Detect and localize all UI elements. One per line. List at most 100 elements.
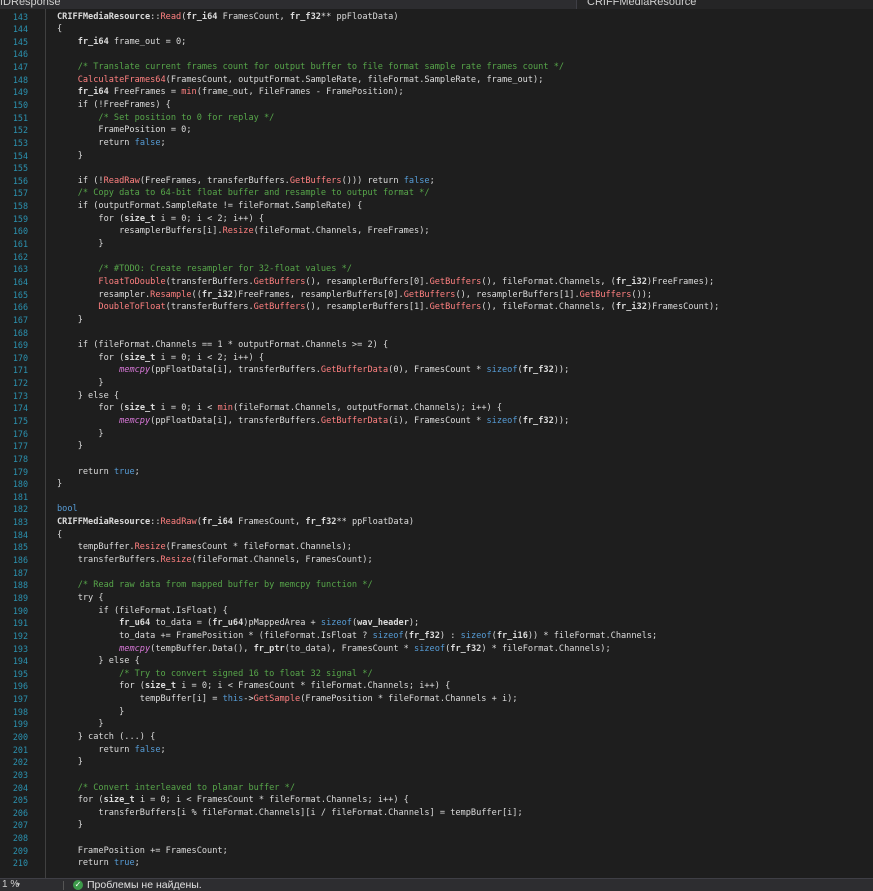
code-line[interactable]: 159 for (size_t i = 0; i < 2; i++) {: [0, 213, 873, 226]
code-line[interactable]: 143 CRIFFMediaResource::Read(fr_i64 Frame…: [0, 11, 873, 24]
code-text[interactable]: if (fileFormat.IsFloat) {: [57, 605, 227, 618]
code-text[interactable]: /* Try to convert signed 16 to float 32 …: [57, 668, 373, 681]
code-text[interactable]: DoubleToFloat(transferBuffers.GetBuffers…: [57, 301, 719, 314]
code-line[interactable]: 205 for (size_t i = 0; i < FramesCount *…: [0, 794, 873, 807]
code-text[interactable]: }: [57, 238, 103, 251]
code-line[interactable]: 208: [0, 832, 873, 845]
code-line[interactable]: 183 CRIFFMediaResource::ReadRaw(fr_i64 Fr…: [0, 516, 873, 529]
code-text[interactable]: if (fileFormat.Channels == 1 * outputFor…: [57, 339, 388, 352]
code-text[interactable]: fr_i64 FreeFrames = min(frame_out, FileF…: [57, 86, 404, 99]
code-line[interactable]: 164 FloatToDouble(transferBuffers.GetBuf…: [0, 276, 873, 289]
code-line[interactable]: 202 }: [0, 756, 873, 769]
code-line[interactable]: 196 for (size_t i = 0; i < FramesCount *…: [0, 680, 873, 693]
code-line[interactable]: 160 resamplerBuffers[i].Resize(fileForma…: [0, 225, 873, 238]
code-line[interactable]: 210 return true;: [0, 857, 873, 870]
code-text[interactable]: return false;: [57, 137, 165, 150]
code-line[interactable]: 171 memcpy(ppFloatData[i], transferBuffe…: [0, 364, 873, 377]
code-text[interactable]: /* Read raw data from mapped buffer by m…: [57, 579, 373, 592]
code-text[interactable]: for (size_t i = 0; i < 2; i++) {: [57, 352, 264, 365]
code-text[interactable]: CalculateFrames64(FramesCount, outputFor…: [57, 74, 544, 87]
code-line[interactable]: 185 tempBuffer.Resize(FramesCount * file…: [0, 541, 873, 554]
code-line[interactable]: 153 return false;: [0, 137, 873, 150]
code-line[interactable]: 184 {: [0, 529, 873, 542]
code-line[interactable]: 144 {: [0, 23, 873, 36]
code-text[interactable]: }: [57, 819, 83, 832]
code-text[interactable]: for (size_t i = 0; i < min(fileFormat.Ch…: [57, 402, 502, 415]
code-line[interactable]: 145 fr_i64 frame_out = 0;: [0, 36, 873, 49]
code-line[interactable]: 175 memcpy(ppFloatData[i], transferBuffe…: [0, 415, 873, 428]
code-text[interactable]: memcpy(ppFloatData[i], transferBuffers.G…: [57, 415, 569, 428]
code-text[interactable]: try {: [57, 592, 104, 605]
code-text[interactable]: FramePosition += FramesCount;: [57, 845, 228, 858]
code-text[interactable]: if (outputFormat.SampleRate != fileForma…: [57, 200, 363, 213]
code-line[interactable]: 174 for (size_t i = 0; i < min(fileForma…: [0, 402, 873, 415]
code-text[interactable]: for (size_t i = 0; i < 2; i++) {: [57, 213, 264, 226]
code-line[interactable]: 150 if (!FreeFrames) {: [0, 99, 873, 112]
code-line[interactable]: 148 CalculateFrames64(FramesCount, outpu…: [0, 74, 873, 87]
code-text[interactable]: if (!FreeFrames) {: [57, 99, 171, 112]
code-text[interactable]: if (!ReadRaw(FreeFrames, transferBuffers…: [57, 175, 435, 188]
zoom-chevron-icon[interactable]: ▾: [16, 879, 21, 891]
code-text[interactable]: }: [57, 756, 83, 769]
code-text[interactable]: } else {: [57, 655, 139, 668]
code-text[interactable]: /* Copy data to 64-bit float buffer and …: [57, 187, 430, 200]
code-line[interactable]: 192 to_data += FramePosition * (fileForm…: [0, 630, 873, 643]
code-line[interactable]: 179 return true;: [0, 466, 873, 479]
code-text[interactable]: /* Set position to 0 for replay */: [57, 112, 274, 125]
code-text[interactable]: }: [57, 706, 124, 719]
code-line[interactable]: 178: [0, 453, 873, 466]
code-text[interactable]: fr_u64 to_data = (fr_u64)pMappedArea + s…: [57, 617, 419, 630]
code-text[interactable]: }: [57, 314, 83, 327]
code-text[interactable]: FramePosition = 0;: [57, 124, 191, 137]
code-line[interactable]: 155: [0, 162, 873, 175]
code-line[interactable]: 165 resampler.Resample((fr_i32)FreeFrame…: [0, 289, 873, 302]
code-text[interactable]: bool: [57, 503, 78, 516]
code-line[interactable]: 152 FramePosition = 0;: [0, 124, 873, 137]
code-line[interactable]: 156 if (!ReadRaw(FreeFrames, transferBuf…: [0, 175, 873, 188]
code-line[interactable]: 199 }: [0, 718, 873, 731]
code-text[interactable]: return true;: [57, 857, 140, 870]
code-text[interactable]: }: [57, 377, 103, 390]
code-text[interactable]: }: [57, 440, 83, 453]
code-text[interactable]: {: [57, 529, 62, 542]
code-line[interactable]: 154 }: [0, 150, 873, 163]
code-line[interactable]: 167 }: [0, 314, 873, 327]
code-line[interactable]: 203: [0, 769, 873, 782]
code-text[interactable]: to_data += FramePosition * (fileFormat.I…: [57, 630, 657, 643]
code-line[interactable]: 198 }: [0, 706, 873, 719]
code-text[interactable]: {: [57, 23, 62, 36]
code-text[interactable]: memcpy(ppFloatData[i], transferBuffers.G…: [57, 364, 569, 377]
code-line[interactable]: 207 }: [0, 819, 873, 832]
code-text[interactable]: }: [57, 428, 103, 441]
code-text[interactable]: resamplerBuffers[i].Resize(fileFormat.Ch…: [57, 225, 429, 238]
code-line[interactable]: 201 return false;: [0, 744, 873, 757]
code-text[interactable]: transferBuffers.Resize(fileFormat.Channe…: [57, 554, 373, 567]
tab-file[interactable]: fDResponse: [0, 0, 560, 9]
code-line[interactable]: 172 }: [0, 377, 873, 390]
code-line[interactable]: 162: [0, 251, 873, 264]
code-line[interactable]: 163 /* #TODO: Create resampler for 32-fl…: [0, 263, 873, 276]
code-text[interactable]: /* Convert interleaved to planar buffer …: [57, 782, 295, 795]
code-text[interactable]: CRIFFMediaResource::ReadRaw(fr_i64 Frame…: [57, 516, 414, 529]
code-line[interactable]: 193 memcpy(tempBuffer.Data(), fr_ptr(to_…: [0, 643, 873, 656]
code-text[interactable]: return false;: [57, 744, 165, 757]
code-line[interactable]: 177 }: [0, 440, 873, 453]
code-line[interactable]: 189 try {: [0, 592, 873, 605]
code-line[interactable]: 176 }: [0, 428, 873, 441]
code-line[interactable]: 173 } else {: [0, 390, 873, 403]
code-line[interactable]: 181: [0, 491, 873, 504]
code-editor[interactable]: 143 CRIFFMediaResource::Read(fr_i64 Frame…: [0, 9, 873, 878]
code-line[interactable]: 209 FramePosition += FramesCount;: [0, 845, 873, 858]
code-line[interactable]: 187: [0, 567, 873, 580]
code-line[interactable]: 146: [0, 48, 873, 61]
code-line[interactable]: 194 } else {: [0, 655, 873, 668]
code-line[interactable]: 186 transferBuffers.Resize(fileFormat.Ch…: [0, 554, 873, 567]
code-text[interactable]: }: [57, 478, 62, 491]
code-text[interactable]: /* Translate current frames count for ou…: [57, 61, 564, 74]
issues-status-text[interactable]: Проблемы не найдены.: [87, 879, 202, 891]
code-line[interactable]: 204 /* Convert interleaved to planar buf…: [0, 782, 873, 795]
code-text[interactable]: for (size_t i = 0; i < FramesCount * fil…: [57, 680, 450, 693]
code-line[interactable]: 206 transferBuffers[i % fileFormat.Chann…: [0, 807, 873, 820]
code-line[interactable]: 161 }: [0, 238, 873, 251]
code-text[interactable]: resampler.Resample((fr_i32)FreeFrames, r…: [57, 289, 652, 302]
